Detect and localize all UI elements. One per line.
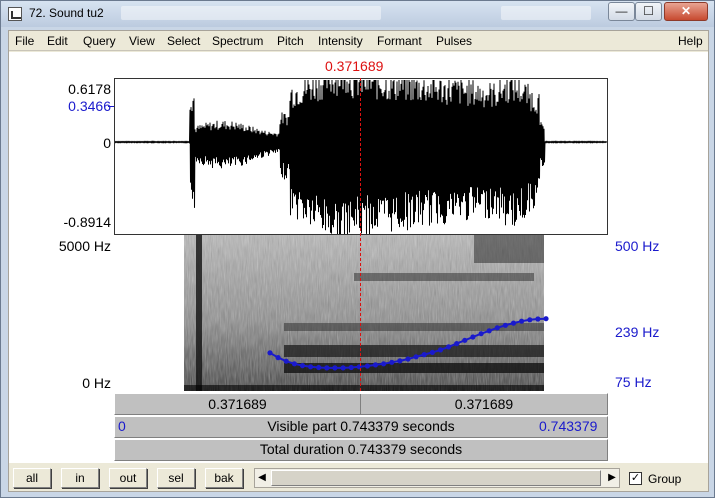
- praat-sound-window: 72. Sound tu2 — ☐ ✕ File Edit Query View…: [0, 0, 715, 498]
- pitch-point: [405, 356, 411, 362]
- pitch-point: [316, 364, 322, 371]
- sound-editor-canvas[interactable]: 0.371689 0.6178 0.3466 0 -0.8914 5000 Hz…: [9, 52, 708, 463]
- left-of-cursor-segment[interactable]: 0.371689: [115, 394, 361, 414]
- waveform-y-max: 0.6178: [68, 81, 111, 97]
- pitch-point: [510, 320, 517, 326]
- spectrogram-panel[interactable]: [114, 235, 608, 391]
- pitch-point: [413, 354, 419, 360]
- menu-bar: File Edit Query View Select Spectrum Pit…: [9, 31, 708, 51]
- group-checkbox-label: Group: [648, 472, 682, 486]
- pitch-point: [437, 347, 444, 353]
- pitch-point: [519, 318, 525, 324]
- waveform-y-marker: 0.3466: [68, 98, 111, 114]
- right-segment-time: 0.371689: [454, 396, 514, 412]
- pitch-point: [364, 363, 370, 369]
- pitch-point: [389, 359, 395, 365]
- close-icon: ✕: [680, 4, 692, 18]
- pitch-point: [372, 362, 379, 368]
- group-checkbox[interactable]: ✓: [629, 472, 642, 485]
- editor-client-area: File Edit Query View Select Spectrum Pit…: [8, 30, 709, 492]
- horizontal-scrollbar[interactable]: ◀ ▶: [254, 468, 620, 488]
- menu-query[interactable]: Query: [83, 34, 116, 48]
- zoom-back-button[interactable]: bak: [205, 468, 243, 488]
- pitch-point: [267, 350, 273, 356]
- praat-app-icon: [8, 7, 22, 21]
- visible-part-label: Visible part 0.743379 seconds: [267, 418, 455, 434]
- menu-intensity[interactable]: Intensity: [318, 34, 363, 48]
- pitch-point: [332, 365, 338, 371]
- pitch-point: [470, 334, 476, 340]
- spectrogram-graphic: [184, 235, 549, 391]
- waveform-y-zero: 0: [103, 135, 111, 151]
- menu-pulses[interactable]: Pulses: [436, 34, 472, 48]
- total-duration-label: Total duration 0.743379 seconds: [259, 441, 463, 457]
- spectrogram-freq-min: 0 Hz: [82, 375, 111, 391]
- pitch-point: [397, 358, 403, 364]
- pitch-point: [291, 361, 297, 367]
- bottom-toolbar: all in out sel bak ◀ ▶ ✓ Group: [9, 464, 708, 492]
- pitch-point: [494, 325, 500, 331]
- visible-end-time: 0.743379: [539, 418, 598, 434]
- title-bar-background-blur-2: [501, 6, 591, 20]
- cursor-time-bar[interactable]: 0.371689 0.371689: [114, 393, 608, 415]
- menu-file[interactable]: File: [15, 34, 34, 48]
- zoom-in-button[interactable]: in: [61, 468, 99, 488]
- pitch-point: [324, 365, 330, 371]
- pitch-point: [421, 352, 427, 358]
- pitch-point: [527, 317, 533, 323]
- left-segment-time: 0.371689: [208, 396, 267, 412]
- menu-formant[interactable]: Formant: [377, 34, 422, 48]
- pitch-point: [308, 364, 314, 370]
- right-of-cursor-segment[interactable]: 0.371689: [361, 394, 607, 414]
- pitch-point: [535, 316, 541, 322]
- pitch-point: [299, 363, 306, 369]
- scrollbar-thumb[interactable]: [271, 470, 601, 486]
- pitch-ceiling-label: 500 Hz: [615, 238, 660, 254]
- maximize-button[interactable]: ☐: [635, 2, 662, 21]
- cursor-time-label: 0.371689: [325, 58, 384, 74]
- window-title: 72. Sound tu2: [29, 6, 104, 20]
- pitch-point: [446, 344, 452, 350]
- zoom-selection-button[interactable]: sel: [157, 468, 195, 488]
- pitch-point: [429, 349, 435, 355]
- pitch-point: [454, 341, 460, 347]
- pitch-point: [381, 361, 387, 367]
- maximize-icon: ☐: [643, 4, 654, 18]
- pitch-point: [275, 355, 281, 361]
- zoom-out-button[interactable]: out: [109, 468, 147, 488]
- spectrogram-freq-max: 5000 Hz: [58, 238, 111, 254]
- menu-help[interactable]: Help: [678, 34, 703, 48]
- total-duration-bar[interactable]: Total duration 0.743379 seconds: [114, 439, 608, 461]
- menu-pitch[interactable]: Pitch: [277, 34, 304, 48]
- menu-edit[interactable]: Edit: [47, 34, 68, 48]
- close-button[interactable]: ✕: [664, 2, 708, 21]
- title-bar-background-blur: [121, 6, 381, 20]
- waveform-y-min: -0.8914: [63, 214, 111, 230]
- minimize-button[interactable]: —: [608, 2, 635, 21]
- pitch-current-label: 239 Hz: [615, 324, 660, 340]
- scroll-right-icon[interactable]: ▶: [605, 469, 619, 487]
- pitch-point: [543, 316, 549, 322]
- pitch-floor-label: 75 Hz: [615, 374, 652, 390]
- visible-part-bar[interactable]: 0 Visible part 0.743379 seconds 0.743379: [114, 416, 608, 438]
- pitch-point: [348, 364, 354, 371]
- menu-spectrum[interactable]: Spectrum: [212, 34, 263, 48]
- scroll-left-icon[interactable]: ◀: [255, 469, 269, 487]
- pitch-point: [340, 365, 346, 371]
- pitch-point: [502, 322, 508, 328]
- pitch-point: [486, 328, 492, 334]
- cursor-line: [360, 78, 361, 391]
- zoom-all-button[interactable]: all: [13, 468, 51, 488]
- pitch-point: [478, 331, 484, 337]
- pitch-point: [283, 358, 289, 364]
- pitch-point: [462, 337, 468, 343]
- waveform-graphic: [115, 79, 607, 234]
- minimize-icon: —: [615, 4, 628, 18]
- menu-view[interactable]: View: [129, 34, 155, 48]
- menu-select[interactable]: Select: [167, 34, 200, 48]
- waveform-panel[interactable]: [114, 78, 608, 235]
- title-bar[interactable]: 72. Sound tu2 — ☐ ✕: [1, 1, 714, 27]
